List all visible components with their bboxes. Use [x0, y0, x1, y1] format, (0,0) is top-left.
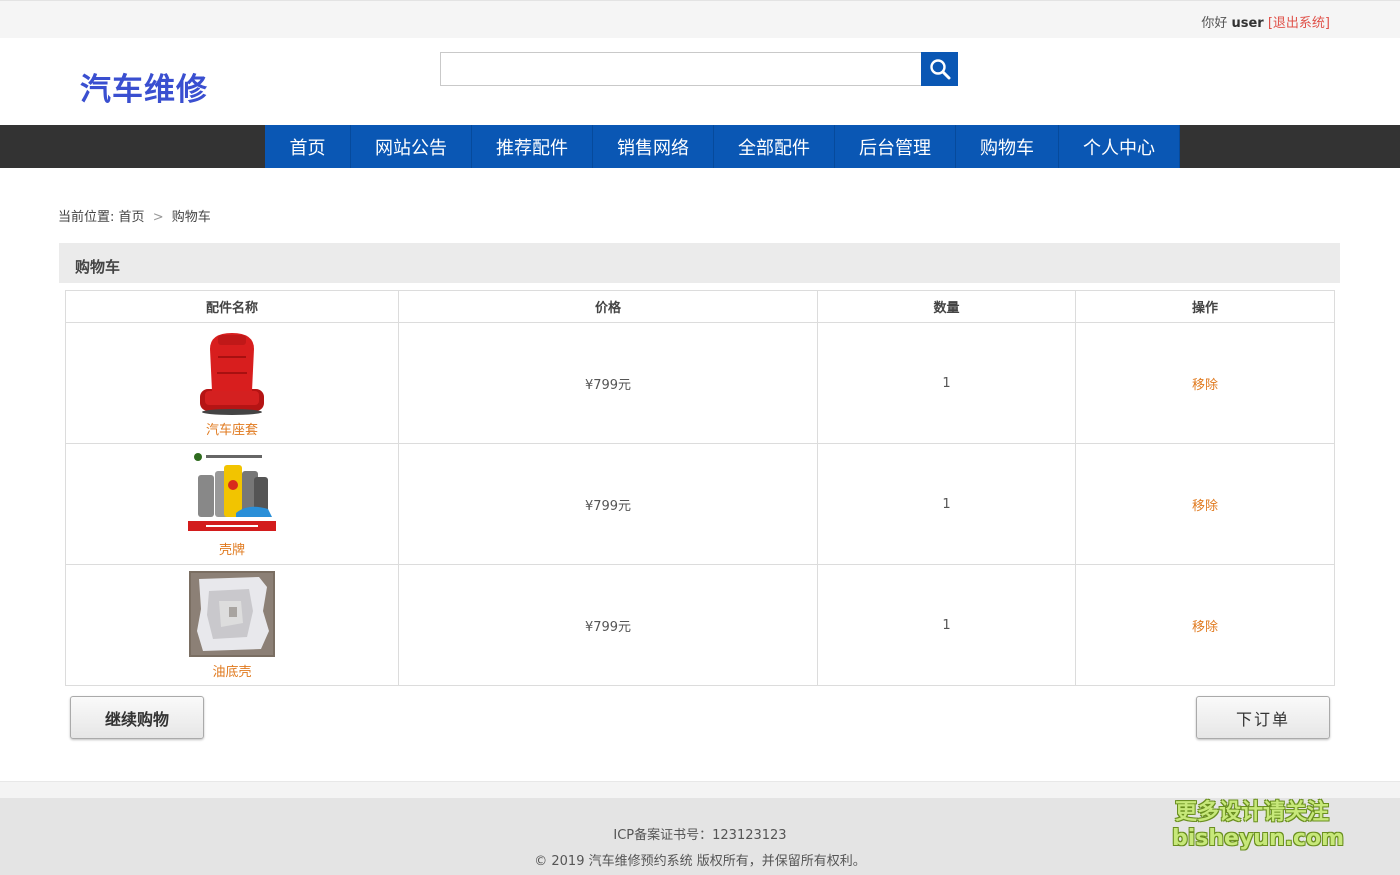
username: user [1231, 16, 1264, 31]
oil-pan-image[interactable] [189, 570, 275, 657]
remove-button[interactable]: 移除 [1192, 499, 1218, 514]
cart-item-price: ¥799元 [398, 564, 818, 686]
top-bar: 你好 user [退出系统] [0, 0, 1400, 38]
search-icon [929, 59, 950, 80]
cart-item-price: ¥799元 [398, 322, 818, 444]
cart-item-name[interactable]: 汽车座套 [206, 419, 258, 438]
nav-admin[interactable]: 后台管理 [835, 125, 956, 168]
cart-item-quantity: 1 [817, 322, 1076, 444]
continue-shopping-button[interactable]: 继续购物 [70, 696, 204, 739]
nav-home[interactable]: 首页 [265, 125, 351, 168]
nav-user-center[interactable]: 个人中心 [1059, 125, 1180, 168]
footer-copyright: © 2019 汽车维修预约系统 版权所有，并保留所有权利。 [534, 854, 866, 869]
nav-announcements[interactable]: 网站公告 [351, 125, 472, 168]
col-quantity: 数量 [817, 290, 1076, 323]
cart-item-name[interactable]: 油底壳 [212, 661, 251, 680]
cart-item: 汽车座套 [66, 329, 398, 438]
cart-item-quantity: 1 [817, 564, 1076, 686]
search-input[interactable] [440, 52, 921, 86]
breadcrumb: 当前位置: 首页 > 购物车 [58, 206, 211, 225]
table-header-row: 配件名称 价格 数量 操作 [65, 290, 1335, 323]
car-seat-image[interactable] [196, 329, 268, 415]
remove-button[interactable]: 移除 [1192, 620, 1218, 635]
nav-recommended-parts[interactable]: 推荐配件 [472, 125, 593, 168]
site-logo[interactable]: 汽车维修 [80, 64, 208, 109]
cart-item-price: ¥799元 [398, 443, 818, 565]
search-button[interactable] [921, 52, 958, 86]
nav-cart[interactable]: 购物车 [956, 125, 1059, 168]
table-row: 油底壳 ¥799元 1 移除 [65, 564, 1335, 686]
greeting-text: 你好 [1201, 16, 1228, 31]
breadcrumb-separator: > [152, 210, 164, 225]
col-part-name: 配件名称 [65, 290, 399, 323]
cart-item: 油底壳 [66, 570, 398, 680]
breadcrumb-current: 购物车 [171, 210, 211, 225]
user-greeting: 你好 user [退出系统] [1201, 12, 1330, 31]
cart-title: 购物车 [59, 243, 1340, 283]
watermark-line1: 更多设计请关注 [1174, 800, 1329, 825]
col-action: 操作 [1075, 290, 1335, 323]
breadcrumb-home[interactable]: 首页 [119, 210, 145, 225]
place-order-button[interactable]: 下订单 [1196, 696, 1330, 739]
col-price: 价格 [398, 290, 818, 323]
nav-sales-network[interactable]: 销售网络 [593, 125, 714, 168]
footer-divider [0, 781, 1400, 798]
breadcrumb-prefix: 当前位置: [58, 210, 115, 225]
oil-bottles-image[interactable] [188, 450, 276, 535]
nav-all-parts[interactable]: 全部配件 [714, 125, 835, 168]
cart-item-name[interactable]: 壳牌 [219, 539, 245, 558]
table-row: 壳牌 ¥799元 1 移除 [65, 443, 1335, 565]
logout-link[interactable]: [退出系统] [1268, 16, 1330, 31]
header: 汽车维修 [0, 38, 1400, 125]
cart-table: 配件名称 价格 数量 操作 汽车座套 ¥799元 1 移除 壳牌 ¥799元 1… [65, 290, 1335, 686]
remove-button[interactable]: 移除 [1192, 378, 1218, 393]
main-navbar: 首页 网站公告 推荐配件 销售网络 全部配件 后台管理 购物车 个人中心 [0, 125, 1400, 168]
cart-item: 壳牌 [66, 450, 398, 558]
watermark: 更多设计请关注 bisheyun.com [1172, 800, 1345, 852]
cart-item-quantity: 1 [817, 443, 1076, 565]
table-row: 汽车座套 ¥799元 1 移除 [65, 322, 1335, 444]
watermark-line2: bisheyun.com [1172, 826, 1345, 851]
search-bar [440, 52, 958, 86]
